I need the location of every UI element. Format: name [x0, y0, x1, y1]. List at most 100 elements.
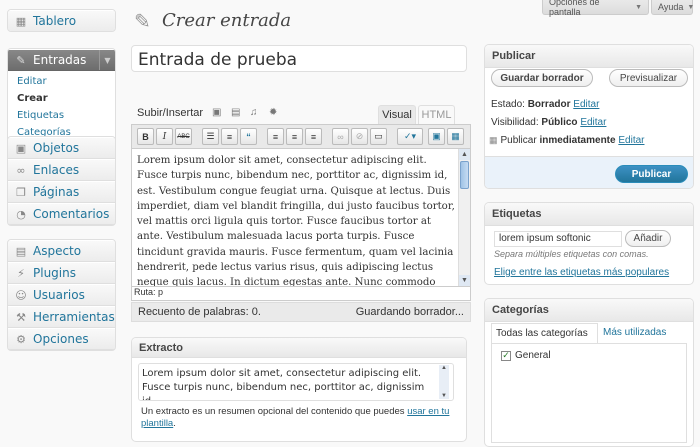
collapse-arrow-icon[interactable]: ▼ [99, 50, 115, 70]
audio-icon[interactable]: ♫ [250, 108, 260, 118]
tab-visual[interactable]: Visual [378, 105, 416, 124]
categories-list: ✓ General [491, 343, 687, 443]
sidebar-item-appearance[interactable]: ▤ Aspecto [8, 240, 115, 262]
preview-button[interactable]: Previsualizar [609, 69, 688, 87]
categories-box: Categorías Todas las categorías Más util… [484, 298, 694, 447]
category-checkbox[interactable]: ✓ [501, 350, 511, 361]
sidebar-item-settings[interactable]: ⚙ Opciones [8, 328, 115, 350]
submenu-edit[interactable]: Editar [8, 73, 115, 90]
editor-toolbar: B I ABC ☰ ≡ “ ≡ ≡ ≡ ∞ ⊘ ▭ ✓▾ ▣ ▦ [131, 124, 471, 148]
bold-icon[interactable]: B [137, 128, 154, 145]
sidebar-item-plugins[interactable]: ⚡ Plugins [8, 262, 115, 284]
sidebar-item-links[interactable]: ∞ Enlaces [8, 159, 115, 181]
sidebar-item-comments[interactable]: ◔ Comentarios [8, 203, 115, 225]
edit-status-link[interactable]: Editar [573, 99, 599, 110]
publish-title[interactable]: Publicar [485, 45, 693, 68]
sidebar-item-label: Tablero [33, 14, 77, 28]
align-right-icon[interactable]: ≡ [305, 128, 322, 145]
sidebar-item-label: Páginas [33, 185, 80, 199]
status-row: Estado: Borrador Editar [491, 99, 599, 110]
scroll-thumb[interactable] [460, 161, 469, 189]
excerpt-box: Extracto Lorem ipsum dolor sit amet, con… [131, 337, 467, 442]
help-button[interactable]: Ayuda ▼ [651, 0, 694, 15]
tab-most-used[interactable]: Más utilizadas [603, 327, 666, 338]
add-tag-button[interactable]: Añadir [625, 230, 671, 247]
visibility-value: Público [541, 117, 578, 128]
sidebar-item-tools[interactable]: ⚒ Herramientas [8, 306, 115, 328]
page-title: Crear entrada [162, 10, 292, 31]
sidebar-item-users[interactable]: ☺ Usuarios [8, 284, 115, 306]
popular-tags-link[interactable]: Elige entre las etiquetas más populares [494, 267, 669, 278]
media-icon: ▣ [15, 141, 27, 155]
pages-icon: ❐ [16, 185, 26, 199]
sidebar-item-dashboard[interactable]: ▦ Tablero [8, 10, 115, 31]
editor-scrollbar[interactable]: ▲ ▼ [458, 149, 470, 286]
word-count: Recuento de palabras: 0. [138, 306, 261, 318]
tags-title[interactable]: Etiquetas [485, 203, 693, 226]
blockquote-icon[interactable]: “ [240, 128, 257, 145]
edit-visibility-link[interactable]: Editar [580, 117, 606, 128]
autosave-status: Guardando borrador... [355, 306, 464, 318]
screen-options-button[interactable]: Opciones de pantalla ▼ [542, 0, 649, 17]
publish-button[interactable]: Publicar [615, 165, 688, 183]
submenu-tags[interactable]: Etiquetas [8, 107, 115, 124]
pin-icon: ✎ [134, 11, 151, 33]
link-icon[interactable]: ∞ [332, 128, 349, 145]
scroll-up-icon[interactable]: ▲ [459, 149, 470, 160]
edit-schedule-link[interactable]: Editar [618, 135, 644, 146]
save-draft-button[interactable]: Guardar borrador [491, 69, 593, 87]
excerpt-title[interactable]: Extracto [132, 338, 466, 358]
category-label: General [515, 350, 551, 361]
sidebar-item-label: Entradas [33, 53, 87, 67]
image-icon[interactable]: ▣ [212, 108, 222, 118]
post-title-input[interactable]: Entrada de prueba [131, 45, 467, 72]
excerpt-scrollbar[interactable]: ▲ ▼ [439, 365, 449, 399]
scroll-down-icon[interactable]: ▼ [441, 393, 447, 399]
kitchen-sink-icon[interactable]: ▦ [447, 128, 464, 145]
media-icon[interactable]: ✹ [269, 108, 279, 118]
sidebar-item-label: Usuarios [33, 288, 85, 302]
editor-body-text: Lorem ipsum dolor sit amet, consectetur … [137, 155, 455, 287]
sidebar-item-posts[interactable]: ✎ Entradas ▼ [8, 49, 115, 71]
submenu-create[interactable]: Crear [8, 90, 115, 107]
menu-group-posts: ✎ Entradas ▼ Editar Crear Etiquetas Catego… [7, 48, 116, 144]
excerpt-help: Un extracto es un resumen opcional del c… [141, 406, 459, 430]
strikethrough-icon[interactable]: ABC [175, 128, 192, 145]
numbered-list-icon[interactable]: ≡ [221, 128, 238, 145]
scroll-up-icon[interactable]: ▲ [441, 365, 447, 371]
italic-icon[interactable]: I [156, 128, 173, 145]
users-icon: ☺ [15, 288, 27, 302]
list-item: ✓ General [501, 350, 551, 361]
publish-box: Publicar Guardar borrador Previsualizar … [484, 44, 694, 189]
tags-input[interactable]: lorem ipsum softonic [494, 231, 622, 247]
menu-group-dashboard: ▦ Tablero [7, 9, 116, 32]
upload-insert: Subir/Insertar ▣ ▤ ♫ ✹ [137, 107, 279, 119]
sidebar-item-pages[interactable]: ❐ Páginas [8, 181, 115, 203]
visibility-label: Visibilidad: [491, 117, 539, 128]
tags-box: Etiquetas lorem ipsum softonic Añadir Se… [484, 202, 694, 285]
sidebar-item-label: Enlaces [33, 163, 80, 177]
tools-icon: ⚒ [16, 310, 26, 324]
more-tag-icon[interactable]: ▭ [370, 128, 387, 145]
posts-submenu: Editar Crear Etiquetas Categorías [8, 71, 115, 143]
spellcheck-icon[interactable]: ✓▾ [397, 128, 423, 145]
dashboard-icon: ▦ [15, 14, 27, 28]
excerpt-help-end: . [173, 418, 176, 429]
tab-all-categories[interactable]: Todas las categorías [491, 323, 598, 343]
fullscreen-icon[interactable]: ▣ [428, 128, 445, 145]
video-icon[interactable]: ▤ [231, 108, 241, 118]
editor-content[interactable]: Lorem ipsum dolor sit amet, consectetur … [131, 148, 471, 287]
categories-title[interactable]: Categorías [485, 299, 693, 322]
settings-icon: ⚙ [16, 332, 26, 346]
scroll-down-icon[interactable]: ▼ [459, 275, 470, 286]
align-left-icon[interactable]: ≡ [267, 128, 284, 145]
sidebar-item-media[interactable]: ▣ Objetos [8, 137, 115, 159]
align-center-icon[interactable]: ≡ [286, 128, 303, 145]
bullet-list-icon[interactable]: ☰ [202, 128, 219, 145]
chevron-down-icon: ▼ [635, 3, 642, 11]
unlink-icon[interactable]: ⊘ [351, 128, 368, 145]
excerpt-textarea[interactable]: Lorem ipsum dolor sit amet, consectetur … [138, 363, 454, 401]
editor-path: Ruta: p [131, 287, 471, 301]
sidebar-item-label: Opciones [33, 332, 89, 346]
tab-html[interactable]: HTML [418, 105, 455, 124]
